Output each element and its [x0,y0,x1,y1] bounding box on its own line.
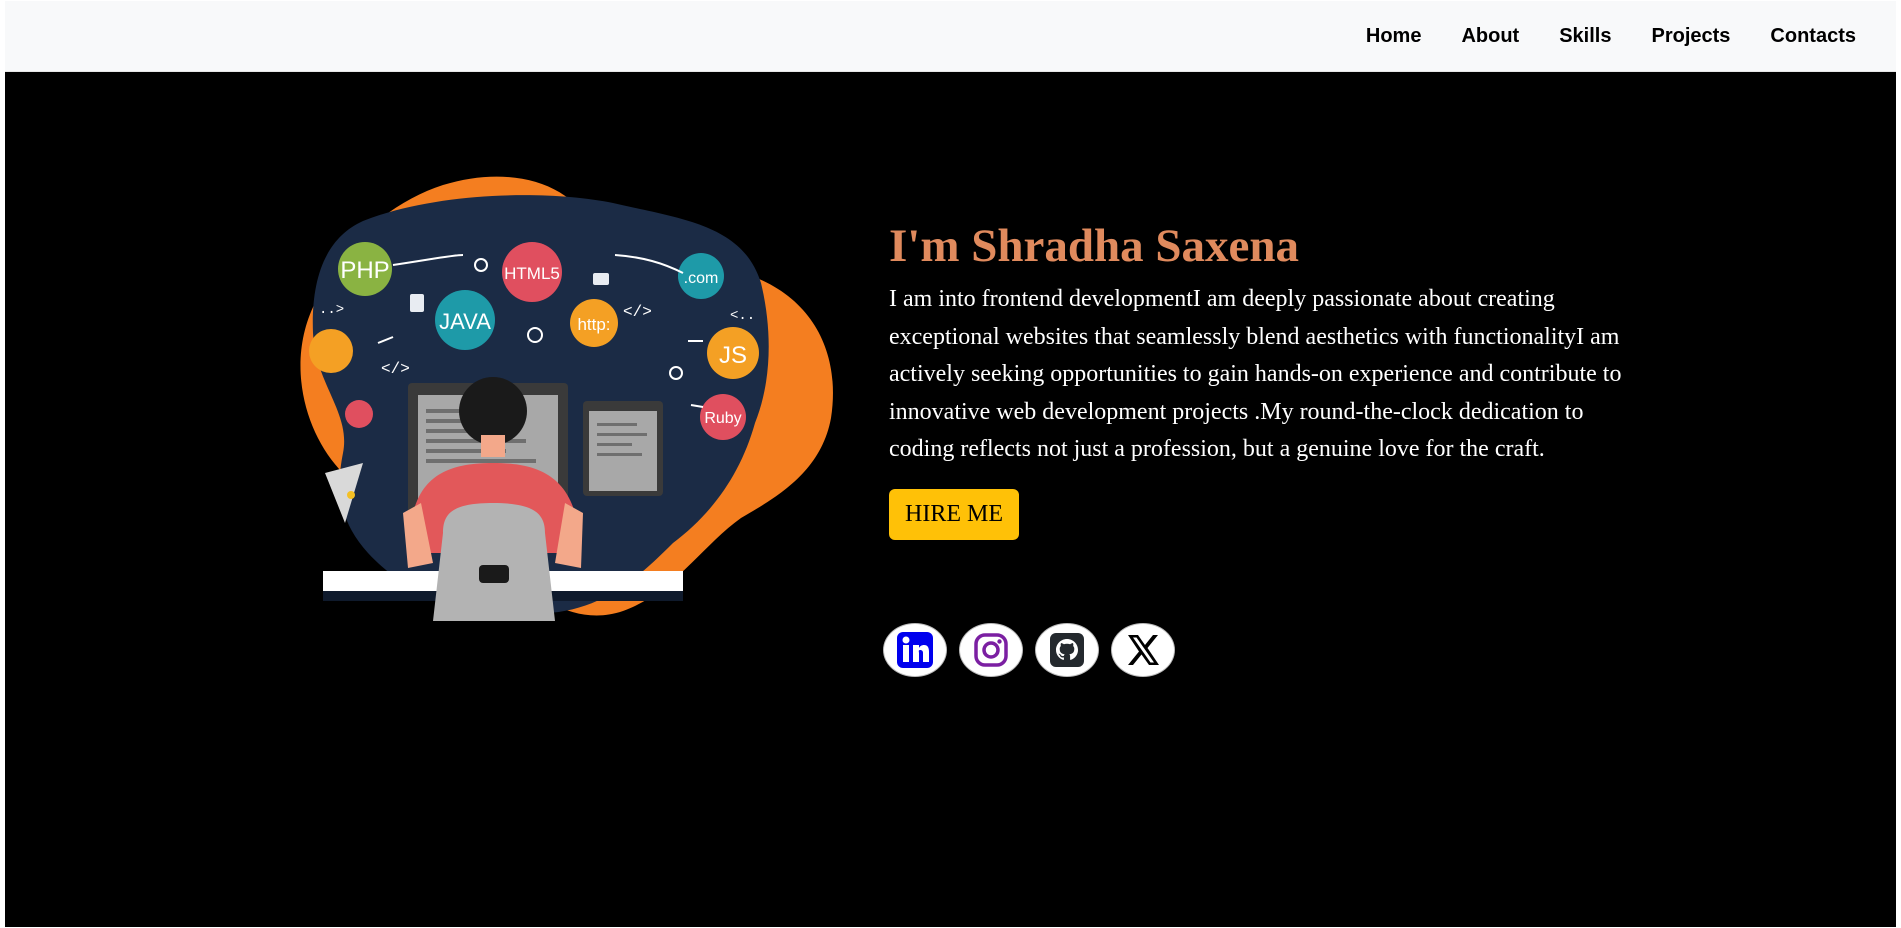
svg-text:</>: </> [381,360,410,378]
linkedin-link[interactable] [883,623,947,677]
badge-php-label: PHP [340,257,389,284]
navbar: Home About Skills Projects Contacts [5,1,1896,72]
github-icon [1050,633,1084,667]
chair [433,503,555,621]
badge-js-label: JS [719,342,747,369]
person-head [459,377,527,445]
page: Home About Skills Projects Contacts PHP … [5,1,1896,927]
badge-js: JS [707,327,759,379]
nav-link-about[interactable]: About [1441,25,1539,48]
nav-link-home[interactable]: Home [1346,25,1442,48]
badge-html5-label: HTML5 [504,264,560,283]
hero-title: I'm Shradha Saxena [889,220,1300,272]
github-link[interactable] [1035,623,1099,677]
badge-html5: HTML5 [502,242,562,302]
badge-http-label: http: [577,315,610,334]
x-icon [1128,635,1159,665]
instagram-icon [974,633,1008,667]
badge-partial-orange [309,329,353,373]
badge-partial-red [345,400,373,428]
person-neck [481,435,505,457]
badge-java: JAVA [435,290,495,350]
hire-me-button[interactable]: HIRE ME [889,488,1019,540]
hero-text: I'm Shradha Saxena I am into frontend de… [889,215,1629,540]
badge-ruby: Ruby [700,394,746,440]
hero-description: I am into frontend developmentI am deepl… [889,286,1622,462]
chair-knob [479,565,509,583]
instagram-link[interactable] [959,623,1023,677]
svg-text:<..: <.. [730,308,755,324]
badge-php: PHP [338,242,392,296]
social-links [883,623,1175,677]
nav-link-contacts[interactable]: Contacts [1750,25,1876,48]
svg-text:</>: </> [623,303,652,321]
nav-link-skills[interactable]: Skills [1539,25,1631,48]
svg-text:..>: ..> [319,302,344,318]
nav-link-projects[interactable]: Projects [1631,25,1750,48]
badge-http: http: [570,299,618,347]
badge-ruby-label: Ruby [704,410,741,427]
small-dot [347,491,355,499]
badge-com: .com [678,253,724,299]
badge-java-label: JAVA [439,309,491,334]
nav-links: Home About Skills Projects Contacts [1346,1,1876,71]
hero-illustration: PHP HTML5 JAVA http: .com JS Ruby </> </… [300,176,833,621]
badge-com-label: .com [684,270,719,287]
linkedin-icon [897,632,933,668]
x-link[interactable] [1111,623,1175,677]
